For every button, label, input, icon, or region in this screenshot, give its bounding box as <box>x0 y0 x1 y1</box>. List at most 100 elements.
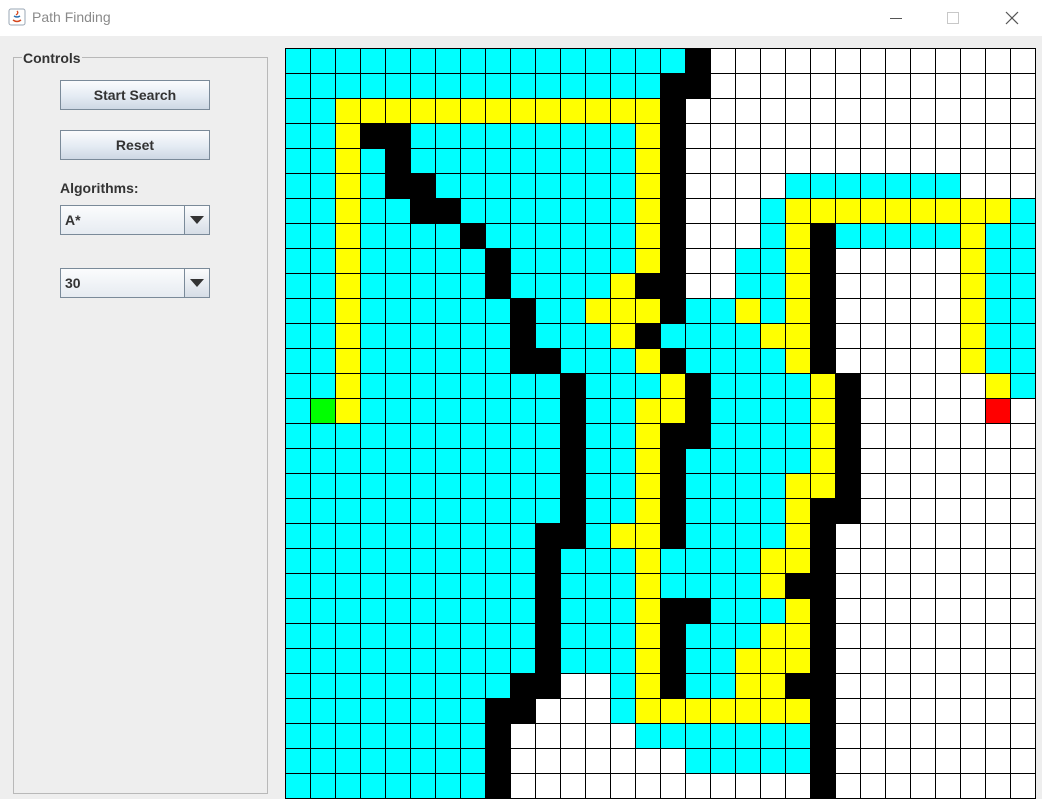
grid-cell-empty[interactable] <box>685 223 711 249</box>
grid-cell-visited[interactable] <box>785 173 811 199</box>
grid-cell-visited[interactable] <box>610 548 636 574</box>
grid-cell-visited[interactable] <box>310 523 336 549</box>
grid-cell-empty[interactable] <box>885 523 911 549</box>
grid-cell-visited[interactable] <box>610 248 636 274</box>
grid-cell-empty[interactable] <box>985 498 1011 524</box>
grid-cell-path[interactable] <box>985 373 1011 399</box>
grid-cell-path[interactable] <box>610 98 636 124</box>
grid-cell-empty[interactable] <box>710 98 736 124</box>
grid-cell-path[interactable] <box>735 698 761 724</box>
grid-cell-visited[interactable] <box>710 498 736 524</box>
grid-cell-visited[interactable] <box>485 623 511 649</box>
grid-cell-visited[interactable] <box>460 748 486 774</box>
grid-cell-empty[interactable] <box>785 123 811 149</box>
grid-cell-visited[interactable] <box>510 423 536 449</box>
grid-cell-visited[interactable] <box>760 523 786 549</box>
grid-cell-visited[interactable] <box>735 323 761 349</box>
grid-cell-visited[interactable] <box>460 723 486 749</box>
grid-cell-empty[interactable] <box>1010 173 1036 199</box>
grid-cell-visited[interactable] <box>585 123 611 149</box>
grid-cell-visited[interactable] <box>585 523 611 549</box>
grid-cell-visited[interactable] <box>760 723 786 749</box>
grid-cell-visited[interactable] <box>1010 198 1036 224</box>
grid-cell-empty[interactable] <box>1010 723 1036 749</box>
grid-cell-empty[interactable] <box>760 173 786 199</box>
grid-cell-empty[interactable] <box>935 673 961 699</box>
grid-cell-empty[interactable] <box>560 698 586 724</box>
grid-cell-visited[interactable] <box>285 248 311 274</box>
grid-cell-empty[interactable] <box>1010 773 1036 799</box>
grid-cell-wall[interactable] <box>460 223 486 249</box>
grid-cell-path[interactable] <box>635 698 661 724</box>
grid-cell-path[interactable] <box>760 648 786 674</box>
grid-cell-empty[interactable] <box>935 648 961 674</box>
grid-cell-visited[interactable] <box>510 598 536 624</box>
grid-cell-empty[interactable] <box>1010 423 1036 449</box>
grid-cell-empty[interactable] <box>560 723 586 749</box>
grid-cell-visited[interactable] <box>735 448 761 474</box>
grid-cell-empty[interactable] <box>1010 398 1036 424</box>
grid-cell-empty[interactable] <box>935 273 961 299</box>
grid-cell-empty[interactable] <box>910 73 936 99</box>
grid-cell-visited[interactable] <box>360 648 386 674</box>
grid-cell-visited[interactable] <box>735 723 761 749</box>
grid-cell-visited[interactable] <box>710 523 736 549</box>
grid-cell-wall[interactable] <box>435 198 461 224</box>
grid-cell-visited[interactable] <box>635 48 661 74</box>
grid-cell-empty[interactable] <box>960 473 986 499</box>
grid-cell-wall[interactable] <box>810 548 836 574</box>
grid-cell-visited[interactable] <box>360 73 386 99</box>
grid-cell-path[interactable] <box>960 198 986 224</box>
grid-cell-visited[interactable] <box>585 148 611 174</box>
grid-cell-visited[interactable] <box>660 48 686 74</box>
grid-cell-visited[interactable] <box>835 223 861 249</box>
grid-cell-empty[interactable] <box>960 723 986 749</box>
grid-cell-visited[interactable] <box>310 323 336 349</box>
grid-cell-wall[interactable] <box>485 723 511 749</box>
grid-cell-visited[interactable] <box>360 673 386 699</box>
grid-cell-visited[interactable] <box>535 448 561 474</box>
grid-cell-path[interactable] <box>585 98 611 124</box>
grid-cell-visited[interactable] <box>410 123 436 149</box>
grid-cell-empty[interactable] <box>535 773 561 799</box>
grid-cell-path[interactable] <box>785 523 811 549</box>
grid-cell-empty[interactable] <box>1010 148 1036 174</box>
grid-cell-empty[interactable] <box>985 173 1011 199</box>
grid-cell-empty[interactable] <box>910 298 936 324</box>
grid-cell-empty[interactable] <box>585 673 611 699</box>
grid-cell-wall[interactable] <box>560 473 586 499</box>
grid-cell-visited[interactable] <box>710 298 736 324</box>
grid-cell-path[interactable] <box>560 98 586 124</box>
grid-cell-visited[interactable] <box>685 523 711 549</box>
grid-cell-visited[interactable] <box>485 598 511 624</box>
grid-cell-visited[interactable] <box>285 473 311 499</box>
grid-cell-visited[interactable] <box>635 373 661 399</box>
grid-cell-visited[interactable] <box>1010 323 1036 349</box>
grid-cell-empty[interactable] <box>835 148 861 174</box>
grid-cell-visited[interactable] <box>385 523 411 549</box>
grid-cell-empty[interactable] <box>710 123 736 149</box>
grid-cell-wall[interactable] <box>810 323 836 349</box>
grid-cell-visited[interactable] <box>860 223 886 249</box>
grid-cell-empty[interactable] <box>960 773 986 799</box>
grid-cell-visited[interactable] <box>610 73 636 99</box>
grid-cell-empty[interactable] <box>835 773 861 799</box>
grid-cell-visited[interactable] <box>360 748 386 774</box>
grid-cell-empty[interactable] <box>735 123 761 149</box>
grid-cell-wall[interactable] <box>660 198 686 224</box>
grid-cell-path[interactable] <box>760 623 786 649</box>
grid-cell-empty[interactable] <box>910 323 936 349</box>
grid-cell-wall[interactable] <box>385 173 411 199</box>
grid-cell-visited[interactable] <box>710 373 736 399</box>
grid-cell-empty[interactable] <box>685 273 711 299</box>
grid-cell-visited[interactable] <box>485 398 511 424</box>
grid-cell-visited[interactable] <box>760 448 786 474</box>
grid-cell-empty[interactable] <box>910 773 936 799</box>
grid-cell-visited[interactable] <box>385 373 411 399</box>
grid-cell-path[interactable] <box>735 648 761 674</box>
grid-cell-empty[interactable] <box>685 173 711 199</box>
grid-cell-wall[interactable] <box>810 598 836 624</box>
grid-cell-wall[interactable] <box>660 98 686 124</box>
grid-cell-visited[interactable] <box>385 473 411 499</box>
grid-cell-visited[interactable] <box>760 423 786 449</box>
